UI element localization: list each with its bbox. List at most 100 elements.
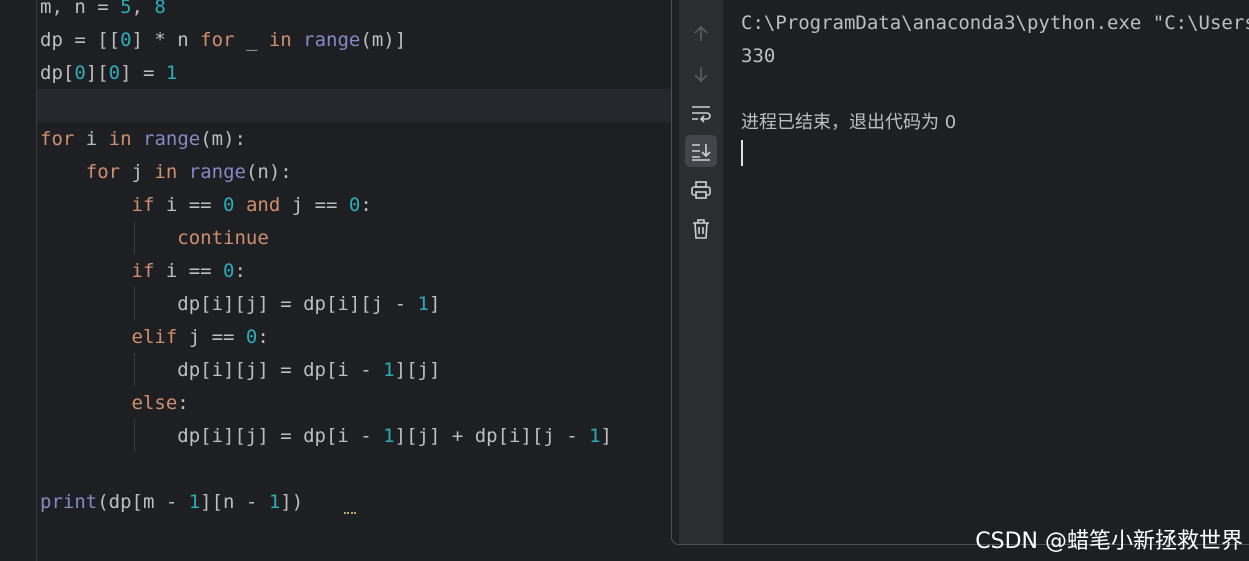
code-line[interactable]: else:: [40, 387, 612, 420]
code-builtin: range: [143, 128, 201, 150]
code-keyword: for: [40, 128, 75, 150]
code-number: 5: [120, 0, 132, 18]
console-caret: [741, 140, 743, 166]
code-line[interactable]: for j in range(n):: [40, 156, 612, 189]
code-text: :: [257, 326, 269, 348]
code-number: 0: [223, 194, 235, 216]
code-keyword: for: [85, 161, 121, 183]
code-lines[interactable]: m, n = 5, 8 dp = [[0] * n for _ in range(…: [40, 0, 612, 519]
console-output[interactable]: C:\ProgramData\anaconda3\python.exe "C:\…: [741, 7, 1249, 139]
code-line[interactable]: continue: [40, 222, 612, 255]
code-keyword: elif: [131, 326, 178, 348]
code-number: 0: [348, 194, 361, 216]
code-text: j ==: [177, 326, 246, 348]
code-text: i ==: [154, 194, 224, 216]
code-keyword: if: [131, 260, 155, 282]
code-line[interactable]: print(dp[m - 1][n - 1]): [40, 486, 612, 519]
code-text: ] =: [120, 62, 166, 84]
code-text: dp[i][j] = dp[i -: [40, 425, 384, 447]
code-text: (m):: [200, 128, 246, 150]
code-line[interactable]: dp[i][j] = dp[i][j - 1]: [40, 288, 612, 321]
code-builtin: range: [188, 161, 246, 183]
editor-gutter: [0, 0, 37, 561]
code-text: dp[: [40, 62, 75, 84]
soft-wrap-icon[interactable]: [685, 97, 717, 129]
watermark: CSDN @蜡笔小新拯救世界: [975, 529, 1243, 554]
code-keyword: if: [131, 194, 155, 216]
code-line[interactable]: [40, 90, 612, 123]
code-keyword: for: [200, 29, 235, 51]
code-line[interactable]: dp = [[0] * n for _ in range(m)]: [40, 24, 612, 57]
code-keyword: in: [268, 29, 292, 51]
code-line[interactable]: [40, 453, 612, 486]
console-exit-message: 进程已结束，退出代码为 0: [741, 112, 957, 133]
code-number: 8: [154, 0, 166, 18]
print-icon[interactable]: [685, 174, 717, 206]
code-line[interactable]: for i in range(m):: [40, 123, 612, 156]
code-text: ][j] + dp[i][j -: [394, 425, 590, 447]
code-line[interactable]: if i == 0:: [40, 255, 612, 288]
code-text: ] * n: [131, 29, 201, 51]
code-text: ][: [85, 62, 109, 84]
code-builtin: print: [40, 491, 98, 513]
code-text: i ==: [154, 260, 224, 282]
arrow-down-icon[interactable]: [685, 58, 717, 90]
code-text: dp = [[: [40, 29, 121, 51]
code-number: 1: [589, 425, 601, 447]
arrow-up-icon[interactable]: [685, 18, 717, 50]
scroll-to-end-icon[interactable]: [685, 135, 717, 167]
code-keyword: else: [131, 392, 178, 414]
trash-icon[interactable]: [685, 213, 717, 245]
code-line[interactable]: elif j == 0:: [40, 321, 612, 354]
console-command-line: C:\ProgramData\anaconda3\python.exe "C:\…: [741, 12, 1249, 34]
code-keyword: in: [154, 161, 178, 183]
code-text: dp[i][j] = dp[i][j -: [40, 293, 418, 315]
code-text: (n):: [245, 161, 292, 183]
warning-squiggle: [344, 509, 356, 514]
code-text: :: [360, 194, 372, 216]
code-text: ,: [131, 0, 155, 18]
code-number: 0: [245, 326, 258, 348]
code-number: 0: [74, 62, 86, 84]
code-text: j: [120, 161, 155, 183]
code-text: (dp[m -: [97, 491, 189, 513]
console-output-line: 330: [741, 45, 776, 67]
code-line[interactable]: dp[i][j] = dp[i - 1][j]: [40, 354, 612, 387]
code-text: _: [234, 29, 269, 51]
code-keyword: in: [108, 128, 132, 150]
code-number: 1: [383, 359, 395, 381]
code-text: j ==: [280, 194, 349, 216]
code-line[interactable]: dp[i][j] = dp[i - 1][j] + dp[i][j - 1]: [40, 420, 612, 453]
run-tool-window[interactable]: C:\ProgramData\anaconda3\python.exe "C:\…: [671, 0, 1249, 545]
code-keyword: continue: [177, 227, 269, 249]
code-number: 1: [188, 491, 201, 513]
code-keyword: and: [245, 194, 281, 216]
code-text: :: [234, 260, 246, 282]
code-number: 0: [108, 62, 121, 84]
code-text: ][j]: [394, 359, 441, 381]
code-builtin: range: [303, 29, 361, 51]
code-line[interactable]: m, n = 5, 8: [40, 0, 612, 24]
code-text: dp[i][j] = dp[i -: [40, 359, 384, 381]
code-number: 1: [383, 425, 395, 447]
code-text: i: [74, 128, 109, 150]
code-text: ][n -: [200, 491, 269, 513]
code-text: ]: [600, 425, 612, 447]
code-line[interactable]: dp[0][0] = 1: [40, 57, 612, 90]
code-text: :: [177, 392, 189, 414]
code-line[interactable]: if i == 0 and j == 0:: [40, 189, 612, 222]
code-number: 0: [120, 29, 132, 51]
code-text: ]: [428, 293, 441, 315]
code-text: (m)]: [360, 29, 407, 51]
